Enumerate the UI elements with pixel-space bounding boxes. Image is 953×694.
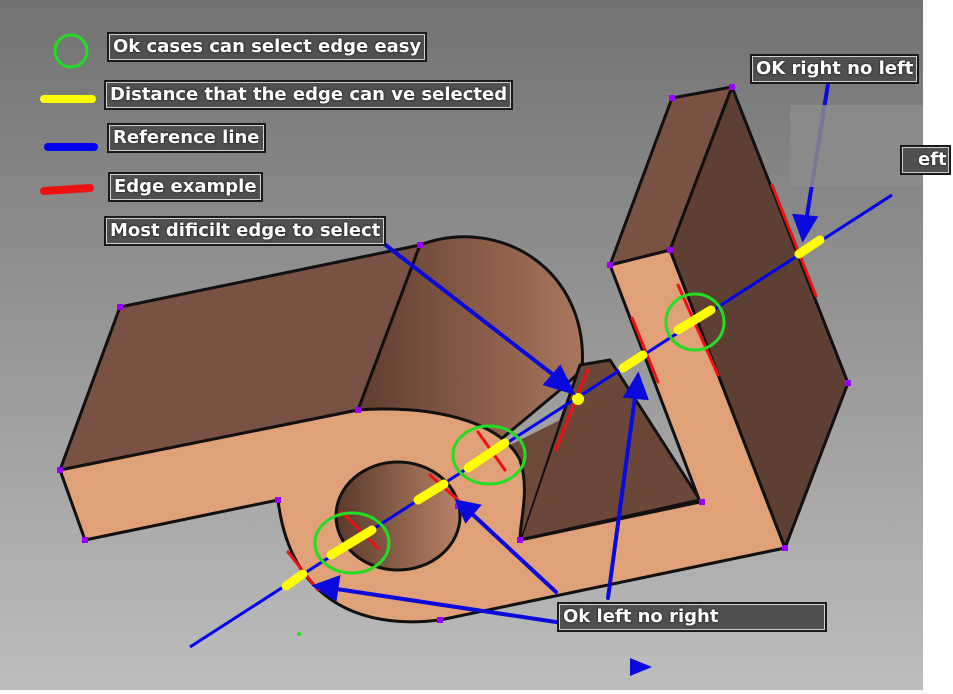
vertex[interactable] xyxy=(729,84,735,90)
legend-ok-label: Ok cases can select edge easy xyxy=(107,32,428,62)
vertex[interactable] xyxy=(699,499,705,505)
legend-edge-icon xyxy=(40,184,94,195)
vertex[interactable] xyxy=(117,304,123,310)
vertex[interactable] xyxy=(517,537,523,543)
vertex[interactable] xyxy=(82,537,88,543)
callout-partial-hidden: eft xyxy=(900,145,951,175)
vertex[interactable] xyxy=(355,407,361,413)
vertex[interactable] xyxy=(57,467,63,473)
vertex[interactable] xyxy=(667,247,673,253)
vertex[interactable] xyxy=(845,380,851,386)
legend-distance-label: Distance that the edge can ve selected xyxy=(104,80,514,110)
stray-point xyxy=(297,632,301,636)
vertex[interactable] xyxy=(782,545,788,551)
legend-edge-label: Edge example xyxy=(108,172,263,202)
vertex[interactable] xyxy=(437,617,443,623)
vertex[interactable] xyxy=(417,242,423,248)
vertex[interactable] xyxy=(607,262,613,268)
callout-ok-right-no-left: OK right no left xyxy=(750,54,920,84)
diagram-canvas: Ok cases can select edge easy Distance t… xyxy=(0,0,953,690)
callout-most-difficult: Most dificilt edge to select xyxy=(104,216,387,246)
white-margin xyxy=(923,0,953,690)
vertex[interactable] xyxy=(275,497,281,503)
legend-reference-label: Reference line xyxy=(107,123,266,153)
vertex[interactable] xyxy=(669,95,675,101)
callout-ok-left-no-right: Ok left no right xyxy=(557,602,827,632)
bore-hole[interactable] xyxy=(334,460,462,572)
difficult-edge-point xyxy=(572,393,584,405)
